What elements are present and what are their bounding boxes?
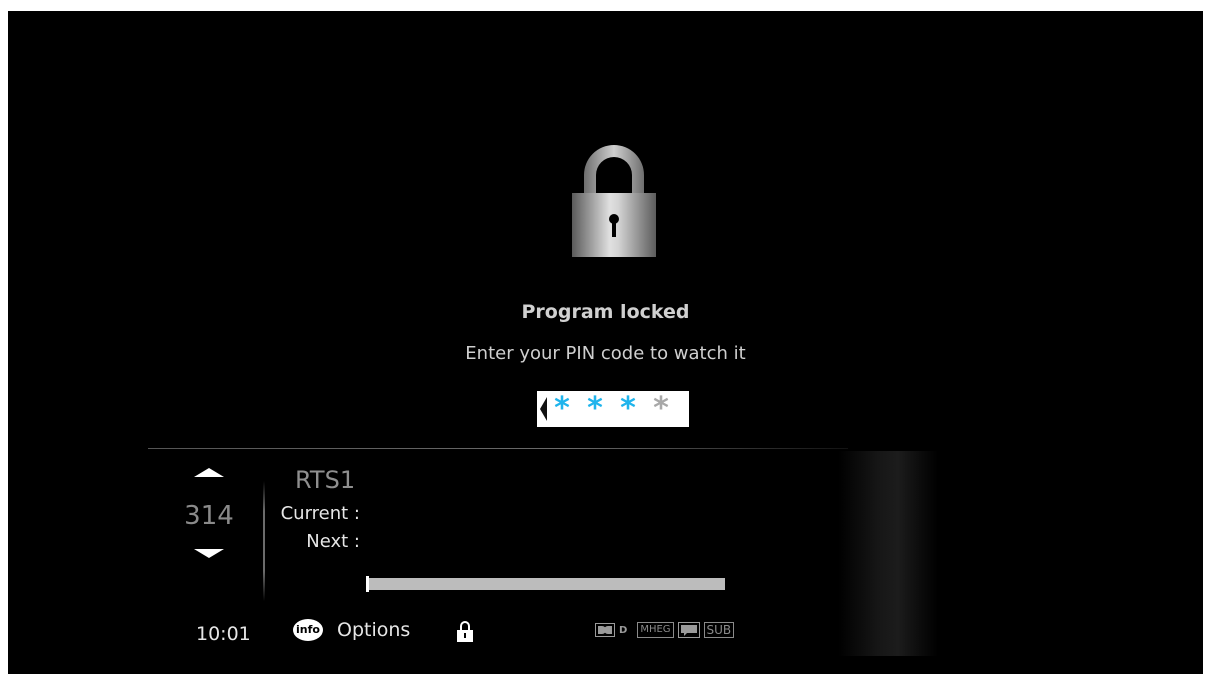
info-button-icon[interactable]: info [293, 619, 323, 641]
next-program-label: Next : [306, 531, 360, 552]
pin-digit: * [586, 391, 605, 426]
status-icons: D MHEG SUB [595, 621, 738, 639]
pin-cursor-icon [540, 397, 547, 421]
info-bar-shade [838, 451, 938, 656]
pin-input[interactable]: * * * * [537, 391, 689, 427]
channel-number: 314 [184, 501, 234, 531]
triangle-up-icon[interactable] [194, 468, 224, 477]
subtitle-bubble-icon [677, 622, 700, 638]
pin-digit: * [652, 391, 671, 426]
dolby-label: D [619, 624, 628, 636]
mheg-badge: MHEG [637, 622, 674, 638]
pin-digit: * [553, 391, 572, 426]
program-progress-bar [366, 578, 725, 590]
lock-message: Enter your PIN code to watch it [465, 343, 746, 364]
clock: 10:01 [196, 623, 251, 645]
triangle-down-icon[interactable] [194, 549, 224, 558]
progress-marker [366, 576, 369, 592]
dolby-icon [595, 623, 615, 637]
pin-digit: * [619, 391, 638, 426]
sub-badge: SUB [703, 622, 735, 638]
lock-title: Program locked [521, 301, 690, 323]
padlock-icon [457, 621, 473, 642]
padlock-icon [572, 145, 656, 257]
current-program-label: Current : [280, 503, 360, 524]
channel-name: RTS1 [295, 466, 356, 494]
divider [263, 481, 265, 601]
tv-screen: Program locked Enter your PIN code to wa… [8, 11, 1203, 674]
info-bar-separator [148, 448, 848, 449]
options-button[interactable]: Options [337, 619, 410, 641]
